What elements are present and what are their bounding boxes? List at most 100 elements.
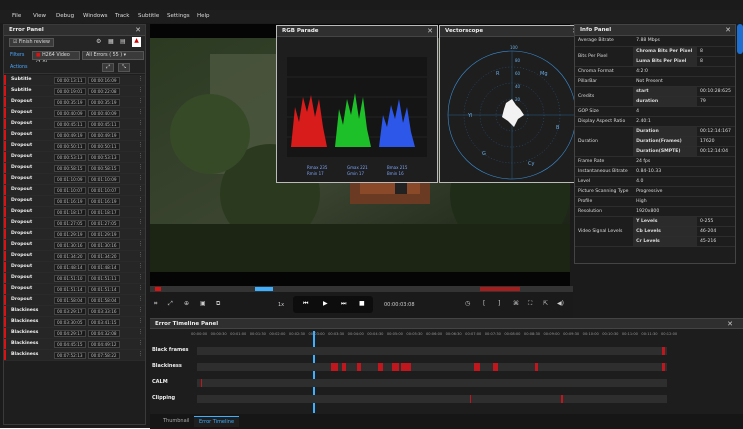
error-in-timecode[interactable]: 00:00:49:19: [54, 132, 86, 139]
more-icon[interactable]: ⋮: [138, 329, 143, 335]
error-out-timecode[interactable]: 00:01:34:20: [88, 253, 120, 260]
more-icon[interactable]: ⋮: [138, 351, 143, 357]
error-row[interactable]: Dropout 00:01:10:07 00:01:10:07 ⋮: [4, 185, 145, 196]
error-out-timecode[interactable]: 00:03:41:15: [88, 319, 120, 326]
more-icon[interactable]: ⋮: [138, 98, 143, 104]
more-icon[interactable]: ⋮: [138, 208, 143, 214]
error-mark[interactable]: [392, 363, 400, 371]
error-in-timecode[interactable]: 00:00:40:09: [54, 110, 86, 117]
menu-item-settings[interactable]: Settings: [167, 13, 190, 19]
error-mark[interactable]: [535, 363, 538, 371]
more-icon[interactable]: ⋮: [138, 175, 143, 181]
error-out-timecode[interactable]: 00:07:58:22: [88, 352, 120, 359]
volume-icon[interactable]: ◀): [557, 300, 564, 307]
menu-item-help[interactable]: Help: [197, 13, 210, 19]
crop-icon[interactable]: ⌗: [154, 300, 157, 308]
tab-error-timeline[interactable]: Error Timeline: [194, 416, 240, 427]
more-icon[interactable]: ⋮: [138, 109, 143, 115]
error-row[interactable]: Dropout 00:00:45:11 00:00:45:11 ⋮: [4, 119, 145, 130]
error-in-timecode[interactable]: 00:01:16:19: [54, 198, 86, 205]
more-icon[interactable]: ⋮: [138, 219, 143, 225]
more-icon[interactable]: ⋮: [138, 274, 143, 280]
error-row[interactable]: Blackiness 00:04:29:17 00:04:32:08 ⋮: [4, 328, 145, 339]
error-out-timecode[interactable]: 00:01:58:04: [88, 297, 120, 304]
error-in-timecode[interactable]: 00:01:10:09: [54, 176, 86, 183]
report-icon[interactable]: ▤: [120, 38, 126, 45]
error-out-timecode[interactable]: 00:00:22:08: [88, 88, 120, 95]
more-icon[interactable]: ⋮: [138, 87, 143, 93]
error-in-timecode[interactable]: 00:01:58:04: [54, 297, 86, 304]
error-row[interactable]: Dropout 00:01:16:19 00:01:16:19 ⋮: [4, 196, 145, 207]
error-row[interactable]: Dropout 00:00:35:19 00:00:35:19 ⋮: [4, 97, 145, 108]
error-in-timecode[interactable]: 00:01:30:16: [54, 242, 86, 249]
error-out-timecode[interactable]: 00:04:49:12: [88, 341, 120, 348]
errors-filter-select[interactable]: All Errors ( 55 ) ▾: [82, 51, 144, 60]
error-row[interactable]: Blackiness 00:07:52:13 00:07:58:22 ⋮: [4, 350, 145, 361]
tab-thumbnail[interactable]: Thumbnail: [158, 416, 194, 427]
error-in-timecode[interactable]: 00:01:51:10: [54, 275, 86, 282]
error-mark[interactable]: [377, 363, 383, 371]
error-row[interactable]: Dropout 00:01:51:14 00:01:51:14 ⋮: [4, 284, 145, 295]
error-mark[interactable]: [200, 379, 203, 387]
error-out-timecode[interactable]: 00:00:40:09: [88, 110, 120, 117]
more-icon[interactable]: ⋮: [138, 131, 143, 137]
error-mark[interactable]: [662, 363, 665, 371]
error-in-timecode[interactable]: 00:00:58:15: [54, 165, 86, 172]
picture-icon[interactable]: ▣: [200, 300, 206, 307]
error-in-timecode[interactable]: 00:00:45:11: [54, 121, 86, 128]
error-out-timecode[interactable]: 00:01:27:05: [88, 220, 120, 227]
track-lane[interactable]: [197, 363, 667, 371]
error-out-timecode[interactable]: 00:01:16:19: [88, 198, 120, 205]
menu-item-view[interactable]: View: [33, 13, 46, 19]
more-icon[interactable]: ⋮: [138, 252, 143, 258]
error-row[interactable]: Dropout 00:01:48:14 00:01:48:14 ⋮: [4, 262, 145, 273]
menu-item-subtitle[interactable]: Subtitle: [138, 13, 159, 19]
error-in-timecode[interactable]: 00:07:52:13: [54, 352, 86, 359]
menu-item-windows[interactable]: Windows: [83, 13, 108, 19]
more-icon[interactable]: ⋮: [138, 296, 143, 302]
grid-icon[interactable]: ▦: [108, 38, 114, 45]
popout-icon[interactable]: ⇱: [543, 300, 548, 307]
track-lane[interactable]: [197, 347, 667, 355]
mark-out-icon[interactable]: ]: [498, 300, 500, 307]
error-out-timecode[interactable]: 00:01:51:11: [88, 275, 120, 282]
next-icon[interactable]: ⏭: [341, 300, 346, 308]
more-icon[interactable]: ⋮: [138, 164, 143, 170]
error-in-timecode[interactable]: 00:01:18:17: [54, 209, 86, 216]
error-row[interactable]: Dropout 00:00:50:11 00:00:50:11 ⋮: [4, 141, 145, 152]
expand-icon[interactable]: ⤢: [168, 300, 173, 308]
error-row[interactable]: Subtitle 00:00:19:01 00:00:22:08 ⋮: [4, 86, 145, 97]
error-out-timecode[interactable]: 00:01:18:17: [88, 209, 120, 216]
error-out-timecode[interactable]: 00:00:50:11: [88, 143, 120, 150]
error-mark[interactable]: [561, 395, 563, 403]
close-icon[interactable]: ✕: [727, 319, 733, 329]
error-out-timecode[interactable]: 00:01:10:09: [88, 176, 120, 183]
error-in-timecode[interactable]: 00:01:48:14: [54, 264, 86, 271]
error-in-timecode[interactable]: 00:01:51:14: [54, 286, 86, 293]
error-in-timecode[interactable]: 00:04:29:17: [54, 330, 86, 337]
error-in-timecode[interactable]: 00:01:27:05: [54, 220, 86, 227]
error-mark[interactable]: [474, 363, 480, 371]
error-in-timecode[interactable]: 00:03:30:05: [54, 319, 86, 326]
close-icon[interactable]: ✕: [725, 25, 731, 36]
close-icon[interactable]: ✕: [427, 26, 433, 37]
more-icon[interactable]: ⋮: [138, 142, 143, 148]
expand-icon[interactable]: ⤢: [102, 63, 114, 72]
more-icon[interactable]: ⋮: [138, 230, 143, 236]
error-row[interactable]: Dropout 00:01:34:20 00:01:34:20 ⋮: [4, 251, 145, 262]
playback-speed[interactable]: 1x: [278, 302, 284, 308]
more-icon[interactable]: ⋮: [138, 241, 143, 247]
previous-icon[interactable]: ⏮: [303, 300, 308, 308]
error-mark[interactable]: [493, 363, 498, 371]
error-row[interactable]: Dropout 00:01:18:17 00:01:18:17 ⋮: [4, 207, 145, 218]
error-row[interactable]: Dropout 00:00:58:15 00:00:58:15 ⋮: [4, 163, 145, 174]
error-out-timecode[interactable]: 00:01:48:14: [88, 264, 120, 271]
error-mark[interactable]: [469, 395, 472, 403]
menu-item-file[interactable]: File: [12, 13, 21, 19]
mark-in-icon[interactable]: [: [483, 300, 485, 307]
error-out-timecode[interactable]: 00:00:45:11: [88, 121, 120, 128]
play-icon[interactable]: ▶: [323, 300, 328, 307]
more-icon[interactable]: ⋮: [138, 120, 143, 126]
error-out-timecode[interactable]: 00:00:35:19: [88, 99, 120, 106]
error-in-timecode[interactable]: 00:00:53:13: [54, 154, 86, 161]
